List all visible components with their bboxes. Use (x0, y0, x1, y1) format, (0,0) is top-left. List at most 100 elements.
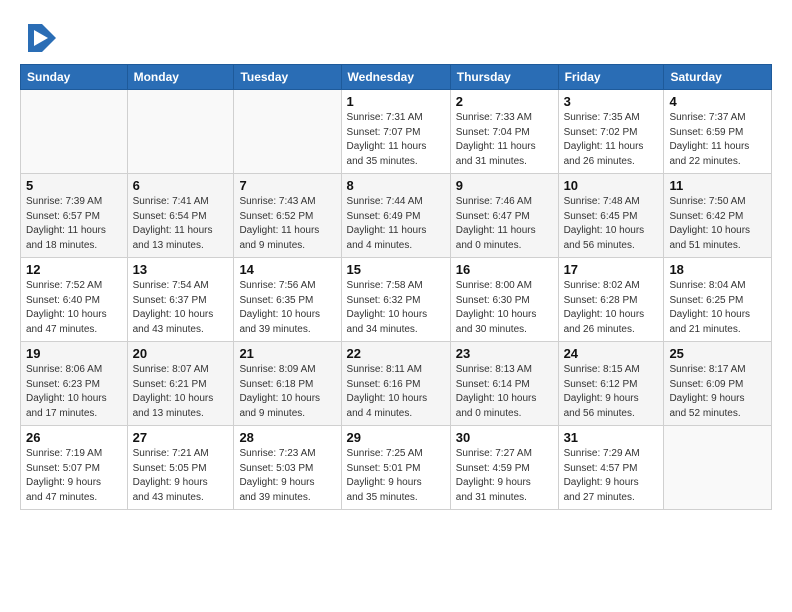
day-info: Sunrise: 7:48 AM Sunset: 6:45 PM Dayligh… (564, 195, 659, 253)
day-number: 2 (456, 94, 553, 109)
day-number: 7 (239, 178, 335, 193)
day-info: Sunrise: 7:44 AM Sunset: 6:49 PM Dayligh… (347, 195, 445, 253)
day-info: Sunrise: 8:13 AM Sunset: 6:14 PM Dayligh… (456, 363, 553, 421)
calendar-week-row: 19 Sunrise: 8:06 AM Sunset: 6:23 PM Dayli… (21, 342, 772, 426)
day-number: 10 (564, 178, 659, 193)
day-info: Sunrise: 8:07 AM Sunset: 6:21 PM Dayligh… (133, 363, 229, 421)
weekday-row: SundayMondayTuesdayWednesdayThursdayFrid… (21, 65, 772, 90)
calendar-cell: 30 Sunrise: 7:27 AM Sunset: 4:59 PM Dayli… (450, 426, 558, 510)
day-number: 21 (239, 346, 335, 361)
calendar-cell: 4Sunrise: 7:37 AM Sunset: 6:59 PM Daylig… (664, 90, 772, 174)
calendar-table: SundayMondayTuesdayWednesdayThursdayFrid… (20, 64, 772, 510)
calendar-cell: 31Sunrise: 7:29 AM Sunset: 4:57 PM Dayli… (558, 426, 664, 510)
calendar-cell: 24 Sunrise: 8:15 AM Sunset: 6:12 PM Dayli… (558, 342, 664, 426)
calendar-cell: 16 Sunrise: 8:00 AM Sunset: 6:30 PM Dayli… (450, 258, 558, 342)
day-number: 16 (456, 262, 553, 277)
day-info: Sunrise: 7:19 AM Sunset: 5:07 PM Dayligh… (26, 447, 122, 505)
page-container: SundayMondayTuesdayWednesdayThursdayFrid… (0, 0, 792, 520)
day-number: 11 (669, 178, 766, 193)
calendar-cell (21, 90, 128, 174)
calendar-week-row: 26 Sunrise: 7:19 AM Sunset: 5:07 PM Dayli… (21, 426, 772, 510)
day-number: 3 (564, 94, 659, 109)
day-info: Sunrise: 8:11 AM Sunset: 6:16 PM Dayligh… (347, 363, 445, 421)
calendar-cell: 19 Sunrise: 8:06 AM Sunset: 6:23 PM Dayli… (21, 342, 128, 426)
weekday-header-thursday: Thursday (450, 65, 558, 90)
day-info: Sunrise: 7:23 AM Sunset: 5:03 PM Dayligh… (239, 447, 335, 505)
calendar-cell: 25Sunrise: 8:17 AM Sunset: 6:09 PM Dayli… (664, 342, 772, 426)
logo-icon (20, 20, 56, 56)
day-info: Sunrise: 7:33 AM Sunset: 7:04 PM Dayligh… (456, 111, 553, 169)
calendar-body: 1Sunrise: 7:31 AM Sunset: 7:07 PM Daylig… (21, 90, 772, 510)
day-number: 17 (564, 262, 659, 277)
logo (20, 20, 60, 56)
day-info: Sunrise: 7:21 AM Sunset: 5:05 PM Dayligh… (133, 447, 229, 505)
day-info: Sunrise: 8:15 AM Sunset: 6:12 PM Dayligh… (564, 363, 659, 421)
day-number: 15 (347, 262, 445, 277)
calendar-cell: 28 Sunrise: 7:23 AM Sunset: 5:03 PM Dayli… (234, 426, 341, 510)
calendar-cell: 18 Sunrise: 8:04 AM Sunset: 6:25 PM Dayli… (664, 258, 772, 342)
weekday-header-tuesday: Tuesday (234, 65, 341, 90)
calendar-cell: 21Sunrise: 8:09 AM Sunset: 6:18 PM Dayli… (234, 342, 341, 426)
calendar-cell: 22 Sunrise: 8:11 AM Sunset: 6:16 PM Dayli… (341, 342, 450, 426)
day-number: 24 (564, 346, 659, 361)
calendar-cell: 12Sunrise: 7:52 AM Sunset: 6:40 PM Dayli… (21, 258, 128, 342)
calendar-cell: 13 Sunrise: 7:54 AM Sunset: 6:37 PM Dayli… (127, 258, 234, 342)
day-number: 30 (456, 430, 553, 445)
weekday-header-friday: Friday (558, 65, 664, 90)
day-number: 4 (669, 94, 766, 109)
day-number: 9 (456, 178, 553, 193)
day-info: Sunrise: 7:35 AM Sunset: 7:02 PM Dayligh… (564, 111, 659, 169)
calendar-cell: 2 Sunrise: 7:33 AM Sunset: 7:04 PM Daylig… (450, 90, 558, 174)
day-info: Sunrise: 7:29 AM Sunset: 4:57 PM Dayligh… (564, 447, 659, 505)
calendar-cell: 15 Sunrise: 7:58 AM Sunset: 6:32 PM Dayli… (341, 258, 450, 342)
day-number: 13 (133, 262, 229, 277)
calendar-week-row: 1Sunrise: 7:31 AM Sunset: 7:07 PM Daylig… (21, 90, 772, 174)
calendar-week-row: 5Sunrise: 7:39 AM Sunset: 6:57 PM Daylig… (21, 174, 772, 258)
calendar-cell: 3 Sunrise: 7:35 AM Sunset: 7:02 PM Daylig… (558, 90, 664, 174)
day-info: Sunrise: 7:52 AM Sunset: 6:40 PM Dayligh… (26, 279, 122, 337)
day-number: 26 (26, 430, 122, 445)
calendar-week-row: 12Sunrise: 7:52 AM Sunset: 6:40 PM Dayli… (21, 258, 772, 342)
calendar-cell: 6 Sunrise: 7:41 AM Sunset: 6:54 PM Daylig… (127, 174, 234, 258)
day-info: Sunrise: 7:58 AM Sunset: 6:32 PM Dayligh… (347, 279, 445, 337)
day-info: Sunrise: 8:02 AM Sunset: 6:28 PM Dayligh… (564, 279, 659, 337)
day-number: 18 (669, 262, 766, 277)
calendar-cell: 29Sunrise: 7:25 AM Sunset: 5:01 PM Dayli… (341, 426, 450, 510)
calendar-cell: 26 Sunrise: 7:19 AM Sunset: 5:07 PM Dayli… (21, 426, 128, 510)
calendar-cell: 8 Sunrise: 7:44 AM Sunset: 6:49 PM Daylig… (341, 174, 450, 258)
calendar-cell (664, 426, 772, 510)
calendar-cell: 27 Sunrise: 7:21 AM Sunset: 5:05 PM Dayli… (127, 426, 234, 510)
day-number: 23 (456, 346, 553, 361)
day-number: 1 (347, 94, 445, 109)
calendar-cell: 9 Sunrise: 7:46 AM Sunset: 6:47 PM Daylig… (450, 174, 558, 258)
weekday-header-monday: Monday (127, 65, 234, 90)
day-info: Sunrise: 8:06 AM Sunset: 6:23 PM Dayligh… (26, 363, 122, 421)
calendar-cell: 7 Sunrise: 7:43 AM Sunset: 6:52 PM Daylig… (234, 174, 341, 258)
day-number: 5 (26, 178, 122, 193)
calendar-cell: 23 Sunrise: 8:13 AM Sunset: 6:14 PM Dayli… (450, 342, 558, 426)
day-number: 28 (239, 430, 335, 445)
day-info: Sunrise: 8:00 AM Sunset: 6:30 PM Dayligh… (456, 279, 553, 337)
calendar-cell: 1Sunrise: 7:31 AM Sunset: 7:07 PM Daylig… (341, 90, 450, 174)
calendar-header: SundayMondayTuesdayWednesdayThursdayFrid… (21, 65, 772, 90)
calendar-cell: 11 Sunrise: 7:50 AM Sunset: 6:42 PM Dayli… (664, 174, 772, 258)
day-number: 27 (133, 430, 229, 445)
day-info: Sunrise: 7:43 AM Sunset: 6:52 PM Dayligh… (239, 195, 335, 253)
calendar-cell: 14Sunrise: 7:56 AM Sunset: 6:35 PM Dayli… (234, 258, 341, 342)
day-number: 6 (133, 178, 229, 193)
day-info: Sunrise: 7:25 AM Sunset: 5:01 PM Dayligh… (347, 447, 445, 505)
day-info: Sunrise: 7:54 AM Sunset: 6:37 PM Dayligh… (133, 279, 229, 337)
day-number: 19 (26, 346, 122, 361)
day-number: 22 (347, 346, 445, 361)
calendar-cell (234, 90, 341, 174)
day-info: Sunrise: 7:41 AM Sunset: 6:54 PM Dayligh… (133, 195, 229, 253)
day-info: Sunrise: 7:50 AM Sunset: 6:42 PM Dayligh… (669, 195, 766, 253)
day-number: 20 (133, 346, 229, 361)
day-number: 8 (347, 178, 445, 193)
day-info: Sunrise: 7:27 AM Sunset: 4:59 PM Dayligh… (456, 447, 553, 505)
day-number: 14 (239, 262, 335, 277)
calendar-cell: 5Sunrise: 7:39 AM Sunset: 6:57 PM Daylig… (21, 174, 128, 258)
day-number: 25 (669, 346, 766, 361)
day-info: Sunrise: 8:04 AM Sunset: 6:25 PM Dayligh… (669, 279, 766, 337)
day-info: Sunrise: 7:46 AM Sunset: 6:47 PM Dayligh… (456, 195, 553, 253)
